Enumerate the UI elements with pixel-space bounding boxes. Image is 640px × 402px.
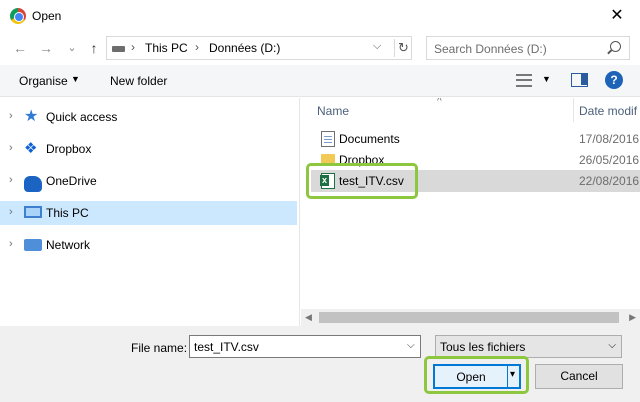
view-options-icon[interactable] [516,74,532,87]
breadcrumb-drive[interactable]: Données (D:) [209,41,280,55]
nav-item-label: Dropbox [46,142,92,156]
network-icon [24,239,42,251]
dropbox-icon: ❖ [24,140,38,157]
title-bar: Open ✕ [0,0,640,32]
split-divider [507,366,508,387]
address-bar[interactable]: › This PC › Données (D:) ⌵ ↻ [106,36,412,60]
view-caret-icon[interactable]: ▼ [542,74,551,84]
nav-item-onedrive[interactable]: › OneDrive [0,169,297,193]
column-header-name[interactable]: Name [317,104,349,118]
star-icon: ★ [24,108,39,125]
folder-icon [321,154,335,166]
scroll-right-icon[interactable]: ▶ [629,312,636,323]
help-icon[interactable]: ? [605,71,623,89]
nav-item-label: Network [46,238,91,252]
document-icon [321,131,335,147]
file-date: 17/08/2016 [579,132,640,146]
forward-button[interactable]: → [36,38,56,58]
file-list: ^ Name Date modif Documents 17/08/2016 D… [301,98,640,326]
column-divider[interactable] [573,98,574,122]
organise-caret-icon[interactable]: ▼ [71,74,80,84]
expand-chevron-icon[interactable]: › [9,142,13,154]
file-row-dropbox[interactable]: Dropbox 26/05/2016 [311,149,640,171]
organise-button[interactable]: Organise [19,74,68,88]
command-bar: Organise ▼ New folder ▼ ? [0,65,640,97]
file-name-input[interactable] [189,335,421,358]
scrollbar-thumb[interactable] [319,312,619,323]
file-date: 26/05/2016 [579,153,640,167]
dialog-footer: File name: ⌵ Tous les fichiers ⌵ Open ▾ … [0,326,640,402]
search-icon[interactable] [610,41,621,52]
file-row-test-itv-csv[interactable]: test_ITV.csv 22/08/2016 [311,170,640,192]
open-button-label: Open [456,370,486,384]
preview-pane-icon[interactable] [571,73,588,87]
close-button[interactable]: ✕ [594,0,640,32]
expand-chevron-icon[interactable]: › [9,174,13,186]
chrome-icon [10,8,26,24]
breadcrumb-separator: › [131,40,135,54]
expand-chevron-icon[interactable]: › [9,238,13,250]
nav-item-dropbox[interactable]: › ❖ Dropbox [0,137,297,161]
file-name: Documents [339,132,400,146]
expand-chevron-icon[interactable]: › [9,206,13,218]
cloud-icon [24,176,42,192]
nav-item-label: This PC [46,206,89,220]
search-box[interactable]: Search Données (D:) [426,36,630,60]
horizontal-scrollbar[interactable]: ◀ ▶ [301,309,640,326]
column-header-row: ^ Name Date modif [301,98,640,122]
file-name: Dropbox [339,153,385,167]
window-title: Open [32,9,62,23]
computer-icon [24,206,42,218]
cancel-button[interactable]: Cancel [535,364,623,389]
open-button[interactable]: Open ▾ [433,364,521,389]
recent-locations-button[interactable]: ⌄ [62,38,82,58]
nav-item-network[interactable]: › Network [0,233,297,257]
excel-csv-icon [320,173,335,189]
file-row-documents[interactable]: Documents 17/08/2016 [311,128,640,150]
expand-chevron-icon[interactable]: › [9,110,13,122]
nav-item-quick-access[interactable]: › ★ Quick access [0,105,297,129]
search-input[interactable]: Search Données (D:) [434,42,547,56]
refresh-button[interactable]: ↻ [394,39,412,57]
file-name: test_ITV.csv [339,174,404,188]
nav-item-label: OneDrive [46,174,97,188]
address-row: ← → ⌄ ↑ › This PC › Données (D:) ⌵ ↻ Sea… [0,34,640,62]
navigation-pane: › ★ Quick access › ❖ Dropbox › OneDrive … [0,98,300,326]
open-dropdown-icon[interactable]: ▾ [510,369,515,380]
file-type-value: Tous les fichiers [440,340,526,354]
file-date: 22/08/2016 [579,174,640,188]
address-dropdown-icon[interactable]: ⌵ [373,40,381,53]
file-type-select[interactable]: Tous les fichiers ⌵ [435,335,622,358]
breadcrumb-separator: › [195,40,199,54]
sort-caret-icon: ^ [437,98,442,107]
column-header-date-modified[interactable]: Date modif [579,104,637,118]
drive-icon [112,46,125,52]
scroll-left-icon[interactable]: ◀ [305,312,312,323]
nav-item-this-pc[interactable]: › This PC [0,201,297,225]
chevron-down-icon: ⌵ [608,340,616,351]
up-button[interactable]: ↑ [84,38,104,58]
nav-item-label: Quick access [46,110,118,124]
breadcrumb-this-pc[interactable]: This PC [145,41,188,55]
new-folder-button[interactable]: New folder [110,74,167,88]
file-name-label: File name: [131,341,188,355]
file-name-dropdown-icon[interactable]: ⌵ [407,340,415,351]
back-button[interactable]: ← [10,38,30,58]
